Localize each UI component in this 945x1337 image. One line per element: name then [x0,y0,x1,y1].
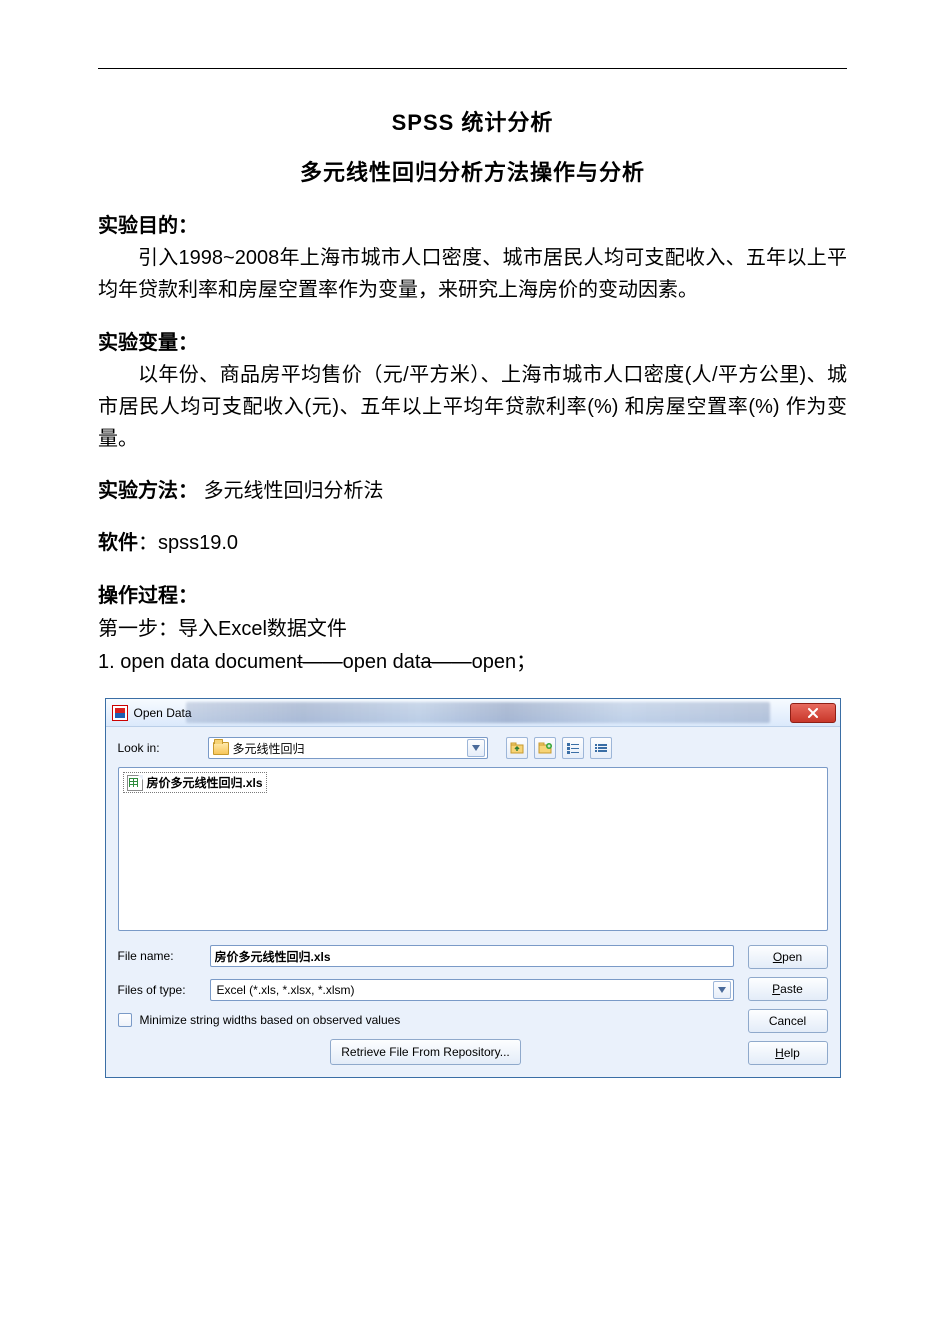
lookin-toolbar [506,737,612,759]
section-method: 实验方法： 多元线性回归分析法 [98,475,847,507]
chevron-down-icon [472,745,480,751]
open-data-dialog: Open Data Look in: 多元线性回归 [105,698,841,1078]
section-software-body: spss19.0 [158,532,238,554]
view-details-button[interactable] [562,737,584,759]
dialog-body: Look in: 多元线性回归 [106,727,840,1077]
retrieve-rest: etrieve File From Repository... [350,1045,510,1059]
filename-input[interactable] [210,945,734,967]
chevron-down-icon [718,987,726,993]
step-1-num: 1. [98,651,120,673]
details-view-icon [594,742,608,754]
lookin-value: 多元线性回归 [233,740,467,757]
step-1-d: a—— [420,651,471,673]
step-1-c: open dat [343,651,421,673]
paste-mnemonic: P [772,982,780,996]
retrieve-mnemonic: R [341,1045,350,1059]
step-1-e: open； [472,651,537,673]
help-button[interactable]: Help [748,1041,828,1065]
excel-file-icon [127,775,143,791]
section-variables-body: 以年份、商品房平均售价（元/平方米）、上海市城市人口密度(人/平方公里)、城市居… [98,359,847,455]
section-purpose-head: 实验目的： [98,209,847,238]
section-method-head: 实验方法： [98,480,198,502]
file-item[interactable]: 房价多元线性回归.xls [123,772,267,793]
step-1-b: t—— [297,651,343,673]
new-folder-button[interactable] [534,737,556,759]
section-purpose-body: 引入1998~2008年上海市城市人口密度、城市居民人均可支配收入、五年以上平均… [98,242,847,306]
help-rest: elp [784,1046,800,1060]
help-mnemonic: H [775,1046,784,1060]
spss-app-icon [112,705,128,721]
folder-icon [213,742,229,755]
page-title-2: 多元线性回归分析方法操作与分析 [98,155,847,187]
step-1-line: 1. open data document——open data——open； [98,645,847,674]
new-folder-icon [538,742,552,754]
filename-label: File name: [118,949,210,963]
up-folder-button[interactable] [506,737,528,759]
dialog-title: Open Data [134,706,790,720]
list-view-icon [566,742,580,754]
paste-rest: aste [780,982,803,996]
filetype-value: Excel (*.xls, *.xlsx, *.xlsm) [217,983,713,997]
lookin-label: Look in: [118,741,208,755]
top-rule [98,68,847,69]
section-method-body: 多元线性回归分析法 [204,480,384,502]
cancel-button[interactable]: Cancel [748,1009,828,1033]
page-title-1: SPSS 统计分析 [98,105,847,137]
step-1-a: open data documen [120,651,297,673]
section-process-head: 操作过程： [98,579,847,608]
filetype-combo[interactable]: Excel (*.xls, *.xlsx, *.xlsm) [210,979,734,1001]
dialog-titlebar[interactable]: Open Data [106,699,840,727]
open-rest: pen [782,950,802,964]
open-mnemonic: O [773,950,782,964]
section-software-head: 软件 [98,532,138,554]
close-icon [807,708,819,718]
lookin-combo[interactable]: 多元线性回归 [208,737,488,759]
close-button[interactable] [790,703,836,723]
paste-button[interactable]: Paste [748,977,828,1001]
section-software-sep: ： [138,532,158,554]
filetype-dropdown-arrow[interactable] [713,981,731,999]
minimize-checkbox[interactable] [118,1013,132,1027]
lookin-dropdown-arrow[interactable] [467,739,485,757]
open-button[interactable]: Open [748,945,828,969]
up-folder-icon [510,742,524,754]
file-item-name: 房价多元线性回归.xls [147,774,263,791]
minimize-label: Minimize string widths based on observed… [140,1013,401,1027]
retrieve-button[interactable]: Retrieve File From Repository... [330,1039,521,1065]
filetype-label: Files of type: [118,983,210,997]
step-1-title: 第一步：导入Excel数据文件 [98,612,847,641]
section-software: 软件：spss19.0 [98,527,847,559]
section-variables-head: 实验变量： [98,326,847,355]
file-list-pane[interactable]: 房价多元线性回归.xls [118,767,828,931]
view-list-button[interactable] [590,737,612,759]
